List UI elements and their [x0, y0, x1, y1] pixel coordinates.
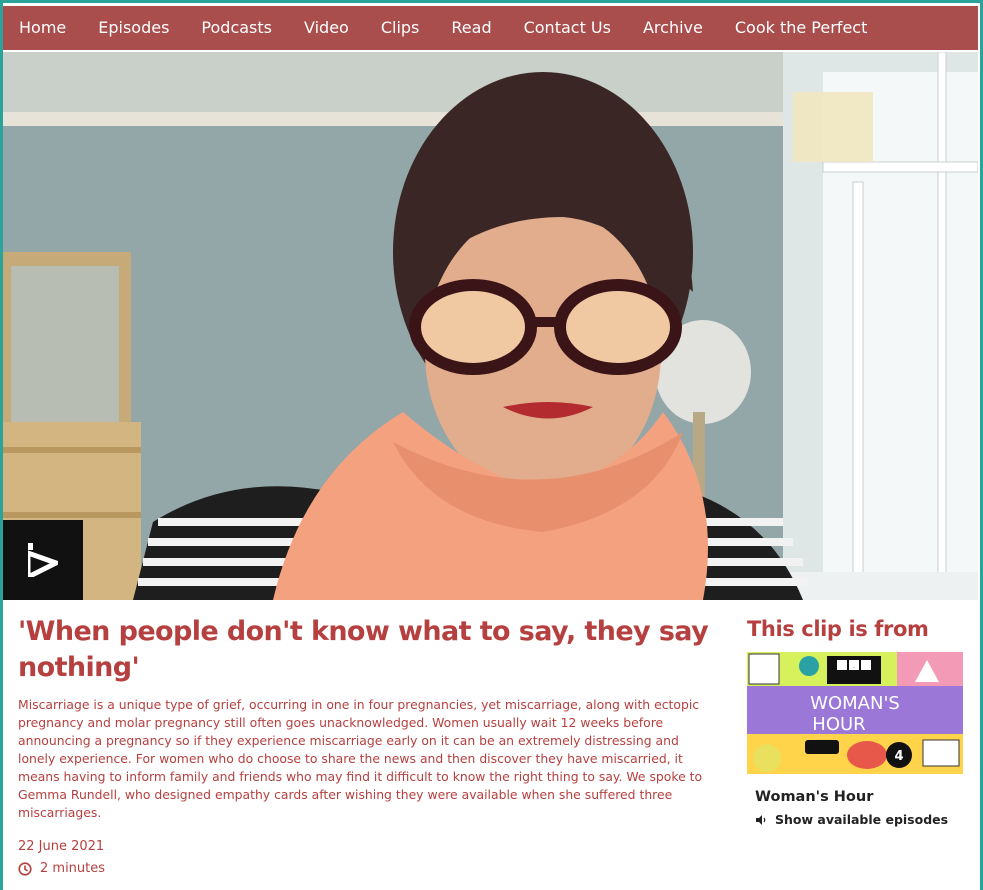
main-nav: Home Episodes Podcasts Video Clips Read …	[3, 6, 978, 50]
nav-read[interactable]: Read	[435, 6, 507, 50]
speaker-icon	[756, 814, 766, 825]
programme-image[interactable]: WOMAN'S HOUR 4 BBC	[747, 652, 963, 774]
duration: 2 minutes	[18, 860, 718, 878]
image-title-line2: HOUR	[812, 714, 865, 735]
clock-icon	[18, 862, 32, 876]
video-still-image	[3, 52, 978, 600]
programme-sidebar: This clip is from WOMAN'S HOUR 4 BBC Wom…	[747, 614, 963, 827]
bbc-logo: BBC	[853, 667, 855, 669]
nav-cook-the-perfect[interactable]: Cook the Perfect	[719, 6, 884, 50]
iplayer-play-icon	[28, 543, 58, 577]
channel-number: 4	[894, 749, 903, 764]
nav-episodes[interactable]: Episodes	[82, 6, 185, 50]
image-title-line1: WOMAN'S	[810, 693, 900, 714]
clip-details: 'When people don't know what to say, the…	[18, 614, 718, 878]
nav-podcasts[interactable]: Podcasts	[185, 6, 288, 50]
clip-description: Miscarriage is a unique type of grief, o…	[18, 697, 703, 820]
nav-video[interactable]: Video	[288, 6, 365, 50]
nav-archive[interactable]: Archive	[627, 6, 719, 50]
nav-clips[interactable]: Clips	[365, 6, 436, 50]
video-player[interactable]	[3, 52, 978, 600]
show-episodes-label: Show available episodes	[775, 812, 949, 827]
programme-link[interactable]: Woman's Hour	[755, 788, 963, 806]
play-button[interactable]	[3, 520, 83, 600]
nav-contact-us[interactable]: Contact Us	[508, 6, 627, 50]
clip-title: 'When people don't know what to say, the…	[18, 616, 709, 683]
show-episodes-link[interactable]: Show available episodes	[755, 812, 963, 827]
duration-text: 2 minutes	[40, 861, 106, 876]
release-date: 22 June 2021	[18, 839, 105, 854]
sidebar-heading: This clip is from	[747, 617, 929, 641]
nav-home[interactable]: Home	[3, 6, 82, 50]
